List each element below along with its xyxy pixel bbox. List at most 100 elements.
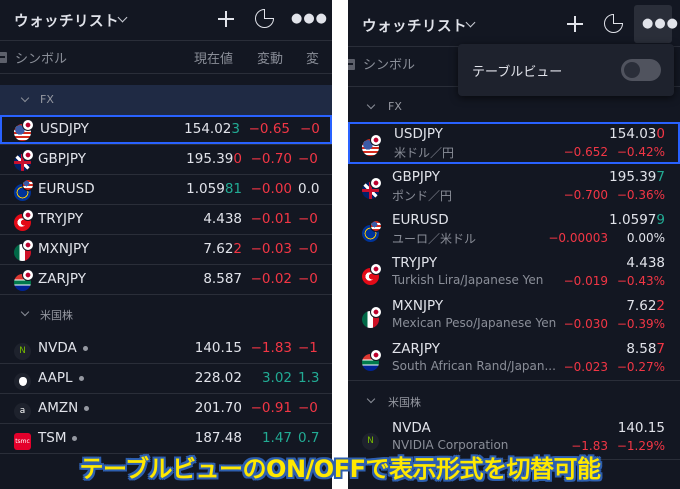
change-pct-value: 0.00% [626, 231, 665, 245]
section-name: 米国株 [388, 396, 421, 409]
last-price-main: 195.39 [186, 151, 234, 167]
last-price-tail: 0 [656, 126, 665, 142]
chevron-down-icon[interactable] [366, 100, 376, 110]
change-value: 1.47 [261, 430, 292, 446]
list-item[interactable]: USDJPY 米ドル／円 154.030 −0.652 −0.42% [348, 122, 680, 164]
flag-usd-icon [22, 179, 34, 191]
list-item[interactable]: MXNJPY Mexican Peso/Japanese Yen 7.622 −0.0… [348, 294, 680, 336]
status-dot [84, 405, 90, 411]
change-value: −1.83 [250, 340, 292, 356]
pie-chart-icon[interactable] [255, 9, 274, 28]
change-pct-value: 1.3 [298, 370, 320, 386]
chevron-down-icon[interactable] [366, 394, 376, 404]
chevron-down-icon[interactable] [20, 93, 30, 103]
col-last[interactable]: 現在値 [194, 48, 233, 67]
list-item[interactable]: ZARJPY South African Rand/Japan... 8.587 −0… [348, 337, 680, 379]
symbol-label: MXNJPY [392, 298, 444, 314]
table-row[interactable]: EURUSD 1.05981 −0.00 0.0 [0, 175, 332, 204]
company-logo-icon: a [14, 403, 31, 420]
last-price-tail: 0 [233, 151, 242, 167]
symbol-label: GBPJPY [38, 151, 86, 167]
chevron-down-icon[interactable] [20, 307, 30, 317]
list-item[interactable]: GBPJPY ポンド／円 195.397 −0.700 −0.36% [348, 165, 680, 207]
col-change-pct[interactable]: 変 [306, 48, 319, 67]
more-icon[interactable]: ●●● [642, 16, 679, 31]
select-all-checkbox[interactable] [0, 52, 7, 63]
watchlist-title[interactable]: ウォッチリスト [362, 15, 467, 36]
table-row[interactable]: TRYJPY 4.438 −0.01 −0 [0, 205, 332, 234]
last-price-main: 154.03 [609, 126, 657, 142]
change-pct-value: −0.27% [616, 360, 665, 374]
change-pct-value: −0 [298, 211, 318, 227]
section-name: FX [388, 100, 402, 113]
last-price: 7.622 [626, 298, 665, 314]
list-item[interactable]: TRYJPY Turkish Lira/Japanese Yen 4.438 −0.0… [348, 251, 680, 293]
symbol-label: TRYJPY [38, 211, 84, 227]
last-price: 1.05979 [609, 212, 665, 228]
change-value: −0.03 [250, 241, 292, 257]
change-pct-value: 0.7 [298, 430, 320, 446]
col-change[interactable]: 変動 [257, 48, 283, 67]
watchlist-title[interactable]: ウォッチリスト [14, 10, 119, 31]
select-all-checkbox[interactable] [348, 59, 355, 70]
change-pct-value: −0.42% [616, 145, 665, 159]
symbol-label: EURUSD [38, 181, 95, 197]
last-price: 154.023 [184, 121, 240, 137]
section-name: 米国株 [40, 309, 73, 322]
section-header[interactable]: FX [0, 85, 332, 115]
symbol-label: AMZN [38, 400, 90, 416]
change-pct-value: −0 [298, 241, 318, 257]
symbol-label: TSM [38, 430, 78, 446]
list-item[interactable]: EURUSD ユーロ／米ドル 1.05979 −0.00003 0.00% [348, 208, 680, 250]
change-value: 3.02 [261, 370, 292, 386]
change-value: −0.00 [250, 181, 292, 197]
last-price: 4.438 [203, 211, 242, 227]
last-price-main: 4.438 [203, 211, 242, 227]
table-row[interactable]: GBPJPY 195.390 −0.70 −0 [0, 145, 332, 174]
company-logo-icon [14, 373, 31, 390]
col-symbol[interactable]: シンボル [363, 54, 415, 73]
symbol-label: ZARJPY [38, 271, 86, 287]
col-symbol[interactable]: シンボル [15, 48, 67, 67]
symbol-label: GBPJPY [392, 169, 440, 185]
caption-banner: テーブルビューのON/OFFで表示形式を切替可能 [79, 455, 601, 483]
watchlist-panel-table: ウォッチリスト ●●● シンボル 現在値 変動 変 FX USDJPY 154.02… [0, 0, 332, 489]
last-price-main: 187.48 [194, 430, 242, 446]
table-row[interactable]: AAPL 228.02 3.02 1.3 [0, 364, 332, 393]
company-logo-icon: N [362, 433, 379, 450]
last-price-tail: 9 [656, 212, 665, 228]
table-row[interactable]: USDJPY 154.023 −0.65 −0 [0, 115, 332, 144]
last-price-tail: 81 [224, 181, 242, 197]
plus-icon[interactable] [567, 16, 583, 32]
section-header[interactable]: FX [348, 92, 680, 122]
section-header[interactable]: 米国株 [348, 386, 680, 416]
change-pct-value: −0 [300, 121, 320, 137]
change-pct-value: −1 [298, 340, 318, 356]
symbol-label: EURUSD [392, 212, 449, 228]
last-price-main: 1.059 [186, 181, 225, 197]
last-price-main: 8.58 [626, 341, 657, 357]
last-price: 1.05981 [186, 181, 242, 197]
change-pct-value: 0.0 [298, 181, 320, 197]
last-price: 8.587 [626, 341, 665, 357]
last-price: 140.15 [195, 340, 242, 356]
flag-jpy-icon [370, 134, 382, 146]
divider [0, 294, 332, 295]
last-price: 195.397 [609, 169, 665, 185]
table-view-toggle[interactable] [621, 59, 661, 81]
flag-jpy-icon [22, 119, 34, 131]
section-header[interactable]: 米国株 [0, 299, 332, 329]
table-row[interactable]: a AMZN 201.70 −0.91 −0 [0, 394, 332, 423]
change-pct-value: −0.39% [616, 317, 665, 331]
status-dot [72, 435, 78, 441]
chevron-down-icon[interactable] [117, 12, 128, 23]
chevron-down-icon[interactable] [465, 17, 476, 28]
table-row[interactable]: N NVDA 140.15 −1.83 −1 [0, 334, 332, 363]
table-row[interactable]: ZARJPY 8.587 −0.02 −0 [0, 265, 332, 294]
last-price-main: 228.02 [194, 370, 242, 386]
symbol-label: TRYJPY [392, 255, 438, 271]
table-row[interactable]: MXNJPY 7.622 −0.03 −0 [0, 235, 332, 264]
pie-chart-icon[interactable] [604, 14, 623, 33]
more-icon[interactable]: ●●● [291, 11, 328, 26]
plus-icon[interactable] [218, 11, 234, 27]
